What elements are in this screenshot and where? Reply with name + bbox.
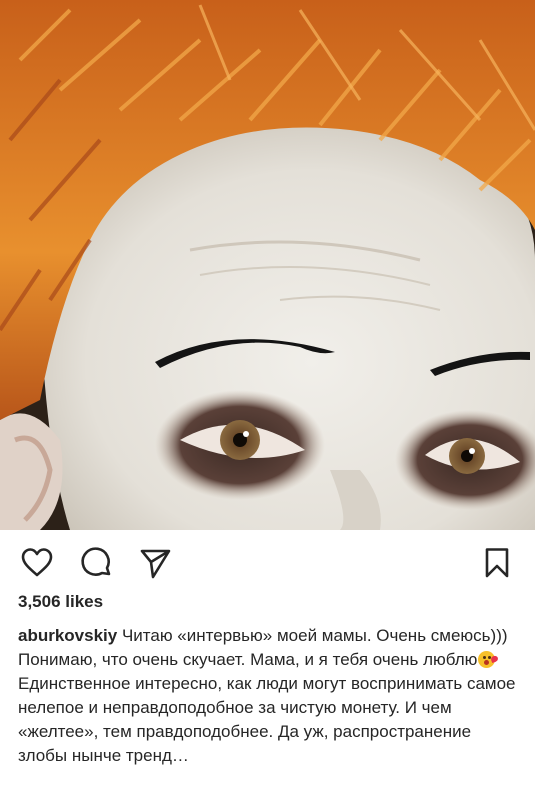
kissing-heart-emoji-icon	[478, 651, 496, 668]
author-username[interactable]: aburkovskiy	[18, 626, 117, 645]
paper-plane-icon[interactable]	[138, 546, 172, 580]
post-photo[interactable]	[0, 0, 535, 530]
post-caption: aburkovskiy Читаю «интервью» моей мамы. …	[18, 624, 523, 768]
likes-count[interactable]: 3,506 likes	[18, 592, 103, 612]
caption-paragraph-second: Единственное интересно, как люди могут в…	[18, 674, 516, 765]
heart-outline-icon[interactable]	[20, 546, 54, 580]
caption-paragraph: aburkovskiy Читаю «интервью» моей мамы. …	[18, 624, 523, 672]
clown-makeup-face-image	[0, 0, 535, 530]
post-action-bar	[0, 530, 535, 592]
bookmark-icon[interactable]	[480, 546, 514, 580]
comment-bubble-icon[interactable]	[80, 546, 114, 580]
